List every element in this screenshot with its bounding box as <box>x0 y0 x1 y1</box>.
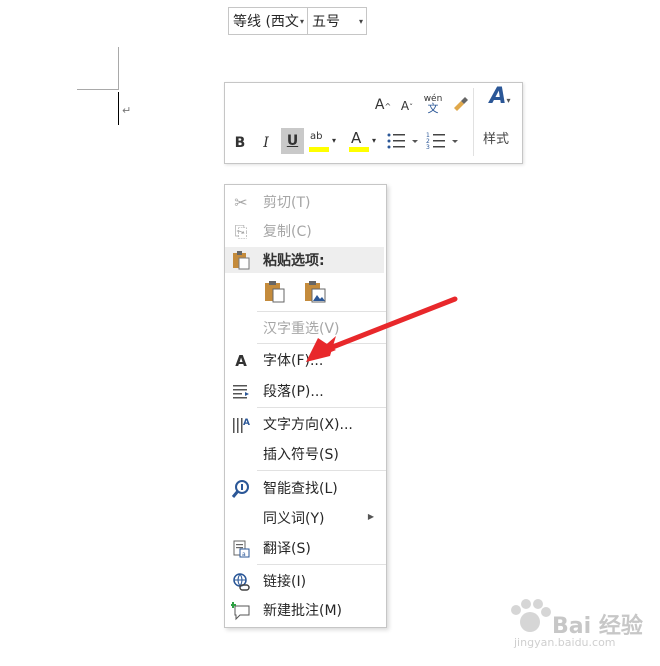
watermark-url: jingyan.baidu.com <box>514 636 616 649</box>
annotation-arrow <box>306 296 458 362</box>
